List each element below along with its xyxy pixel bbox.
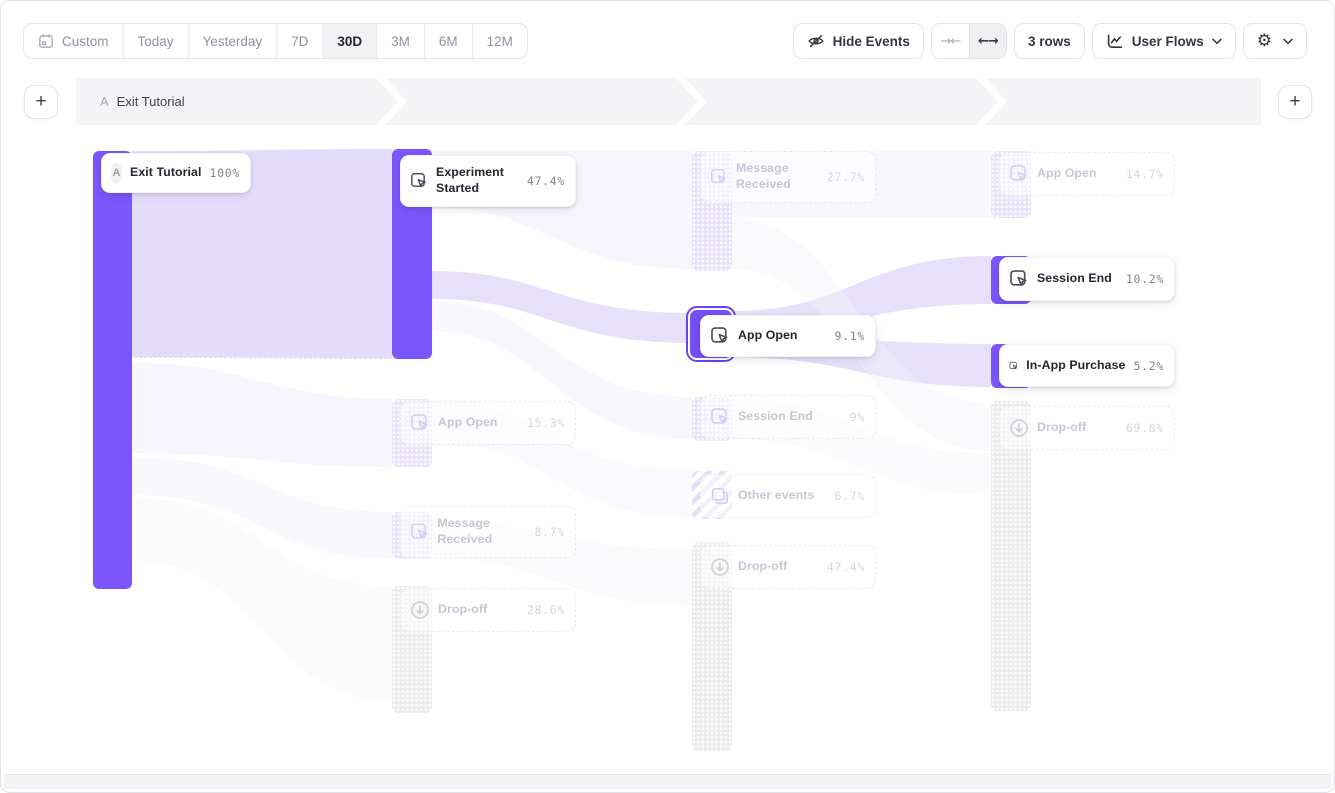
chevron-down-icon bbox=[1212, 38, 1222, 45]
event-icon bbox=[1009, 164, 1029, 184]
date-range-12m[interactable]: 12M bbox=[472, 24, 527, 58]
flow-node-card-session-end-4[interactable]: Session End 10.2% bbox=[999, 257, 1175, 301]
drop-off-icon bbox=[410, 600, 430, 620]
flow-node-card-exit-tutorial[interactable]: A Exit Tutorial 100% bbox=[101, 153, 251, 193]
collapse-expand-toggle: →← ←→ bbox=[931, 23, 1007, 59]
settings-button[interactable]: ⚙ bbox=[1243, 23, 1307, 59]
step-chevron-band bbox=[76, 78, 1261, 125]
drop-off-icon bbox=[1009, 418, 1029, 438]
date-range-6m[interactable]: 6M bbox=[424, 24, 472, 58]
flow-node-card-in-app-purchase-4[interactable]: In-App Purchase 5.2% bbox=[999, 344, 1175, 387]
date-range-3m[interactable]: 3M bbox=[376, 24, 424, 58]
date-range-label: Custom bbox=[62, 34, 109, 49]
event-icon bbox=[710, 167, 728, 187]
flow-node-card-experiment-started[interactable]: Experiment Started 47.4% bbox=[400, 155, 576, 207]
view-selector-button[interactable]: User Flows bbox=[1092, 23, 1236, 59]
add-step-right-button[interactable]: + bbox=[1278, 85, 1312, 119]
toolbar: Custom Today Yesterday 7D 30D 3M 6M 12M … bbox=[23, 23, 1307, 59]
date-range-custom[interactable]: Custom bbox=[24, 24, 123, 58]
step-a-badge: A bbox=[111, 163, 122, 183]
flow-node-card-drop-off-3[interactable]: Drop-off 47.4% bbox=[700, 545, 876, 589]
step-badge: A bbox=[100, 94, 109, 109]
eye-off-icon bbox=[807, 32, 825, 50]
expand-icon: ←→ bbox=[978, 34, 998, 49]
event-icon bbox=[410, 522, 429, 542]
event-icon bbox=[410, 171, 428, 191]
toolbar-right: Hide Events →← ←→ 3 rows User Flows ⚙ bbox=[793, 23, 1307, 59]
drop-off-icon bbox=[710, 557, 730, 577]
event-icon bbox=[410, 413, 430, 433]
calendar-icon bbox=[38, 33, 54, 49]
horizontal-scrollbar-track[interactable] bbox=[4, 774, 1331, 789]
rows-button[interactable]: 3 rows bbox=[1014, 23, 1085, 59]
collapse-icon: →← bbox=[941, 34, 961, 49]
chevron-down-icon bbox=[1283, 38, 1293, 45]
date-range-30d[interactable]: 30D bbox=[322, 24, 376, 58]
flow-node-card-app-open-3[interactable]: App Open 9.1% bbox=[700, 315, 876, 357]
add-step-left-button[interactable]: + bbox=[24, 85, 58, 119]
user-flows-panel: Custom Today Yesterday 7D 30D 3M 6M 12M … bbox=[0, 0, 1335, 793]
date-range-today[interactable]: Today bbox=[123, 24, 188, 58]
flow-node-card-message-received-2[interactable]: Message Received 8.7% bbox=[400, 506, 576, 558]
event-icon bbox=[1009, 356, 1018, 376]
date-range-group: Custom Today Yesterday 7D 30D 3M 6M 12M bbox=[23, 23, 528, 59]
event-icon bbox=[710, 407, 730, 427]
step-title: Exit Tutorial bbox=[117, 94, 185, 109]
date-range-yesterday[interactable]: Yesterday bbox=[188, 24, 277, 58]
flow-node-card-session-end-3[interactable]: Session End 9% bbox=[700, 395, 876, 439]
stacked-events-icon bbox=[710, 486, 730, 506]
flow-node-card-drop-off-2[interactable]: Drop-off 28.6% bbox=[400, 588, 576, 632]
event-icon bbox=[1009, 269, 1029, 289]
flow-node-card-other-events-3[interactable]: Other events 6.7% bbox=[700, 474, 876, 518]
flow-chart-icon bbox=[1106, 33, 1124, 50]
date-range-7d[interactable]: 7D bbox=[276, 24, 322, 58]
collapse-columns-button[interactable]: →← bbox=[932, 24, 969, 58]
expand-columns-button[interactable]: ←→ bbox=[969, 24, 1006, 58]
step-label: A Exit Tutorial bbox=[100, 94, 185, 109]
flow-node-card-drop-off-4[interactable]: Drop-off 69.8% bbox=[999, 406, 1175, 450]
event-icon bbox=[710, 326, 730, 346]
flow-node-card-app-open-2[interactable]: App Open 15.3% bbox=[400, 401, 576, 445]
flow-node-bar-exit-tutorial[interactable] bbox=[93, 151, 132, 589]
flow-node-card-app-open-4[interactable]: App Open 14.7% bbox=[999, 152, 1175, 196]
hide-events-button[interactable]: Hide Events bbox=[793, 23, 924, 59]
flow-node-card-message-received-3[interactable]: Message Received 27.7% bbox=[700, 151, 876, 203]
gear-icon: ⚙ bbox=[1257, 33, 1272, 50]
